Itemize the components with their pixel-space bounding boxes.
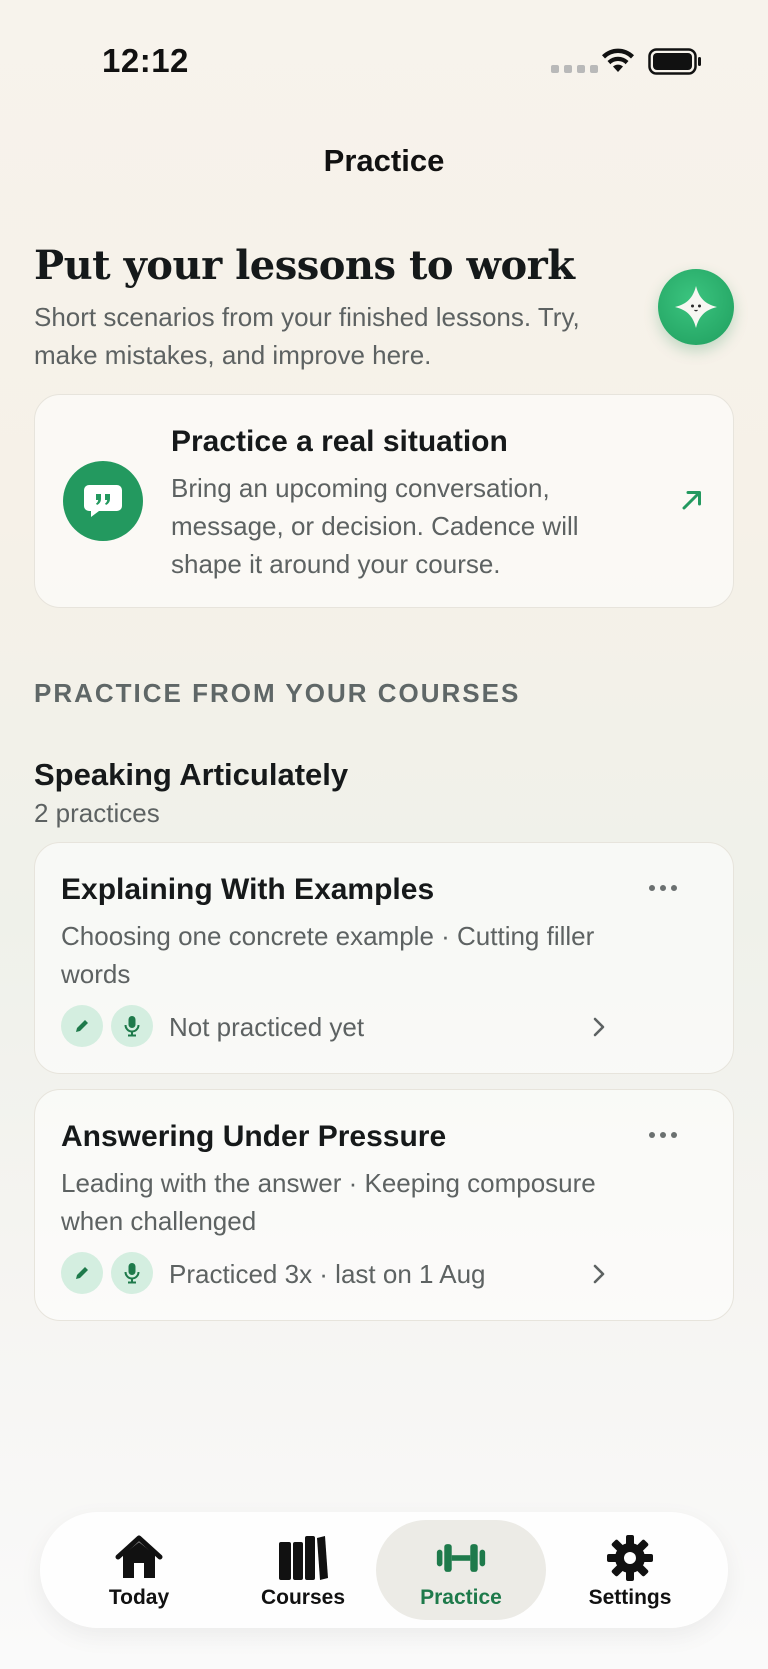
section-header: PRACTICE FROM YOUR COURSES: [34, 678, 521, 708]
more-options-icon[interactable]: [649, 885, 677, 891]
chevron-right-icon: [593, 1264, 605, 1284]
books-icon: [277, 1534, 329, 1582]
status-bar: 12:12: [0, 0, 768, 124]
mascot-avatar[interactable]: [658, 269, 734, 345]
page-title: Practice: [323, 143, 445, 178]
chevron-right-icon: [593, 1017, 605, 1037]
dumbbell-icon: [435, 1534, 487, 1582]
tab-practice[interactable]: Practice: [376, 1520, 546, 1620]
course-practice-count: 2 practices: [34, 798, 160, 828]
situation-card-title: Practice a real situation: [171, 425, 508, 458]
pencil-icon: [61, 1252, 103, 1294]
situation-card-description: Bring an upcoming conversation, message,…: [171, 473, 579, 579]
arrow-up-right-icon: [682, 491, 701, 510]
tab-courses[interactable]: Courses: [218, 1520, 388, 1620]
practice-status: Practiced 3x · last on 1 Aug: [169, 1259, 486, 1289]
cellular-signal-icon: [551, 65, 598, 73]
wifi-icon: [602, 48, 634, 72]
practice-title: Explaining With Examples: [61, 873, 435, 906]
pencil-icon: [61, 1005, 103, 1047]
battery-icon: [648, 48, 701, 75]
tab-today[interactable]: Today: [54, 1520, 224, 1620]
course-name: Speaking Articulately: [34, 757, 349, 792]
tab-label: Courses: [260, 1586, 346, 1609]
practice-real-situation-card[interactable]: Practice a real situation Bring an upcom…: [34, 394, 734, 608]
practice-description: Choosing one concrete example · Cutting …: [61, 921, 595, 989]
tab-label: Settings: [588, 1586, 672, 1609]
tab-label: Today: [108, 1586, 170, 1609]
gear-icon: [604, 1534, 656, 1582]
microphone-icon: [111, 1252, 153, 1294]
practice-card-explaining-with-examples[interactable]: Explaining With Examples Choosing one co…: [34, 842, 734, 1074]
practice-status: Not practiced yet: [169, 1012, 365, 1042]
hero-title: Put your lessons to work: [34, 242, 575, 289]
tab-settings[interactable]: Settings: [545, 1520, 715, 1620]
speech-bubble-quote-icon: [63, 461, 143, 541]
practice-card-answering-under-pressure[interactable]: Answering Under Pressure Leading with th…: [34, 1089, 734, 1321]
more-options-icon[interactable]: [649, 1132, 677, 1138]
microphone-icon: [111, 1005, 153, 1047]
practice-title: Answering Under Pressure: [61, 1120, 447, 1153]
hero-subtitle: Short scenarios from your finished lesso…: [34, 302, 580, 370]
tab-bar: Today Courses Practice Settings: [40, 1512, 728, 1628]
mascot-star-icon: [675, 286, 717, 328]
status-time: 12:12: [102, 42, 189, 79]
house-icon: [113, 1534, 165, 1582]
tab-label: Practice: [420, 1586, 502, 1609]
practice-description: Leading with the answer · Keeping compos…: [61, 1168, 596, 1236]
